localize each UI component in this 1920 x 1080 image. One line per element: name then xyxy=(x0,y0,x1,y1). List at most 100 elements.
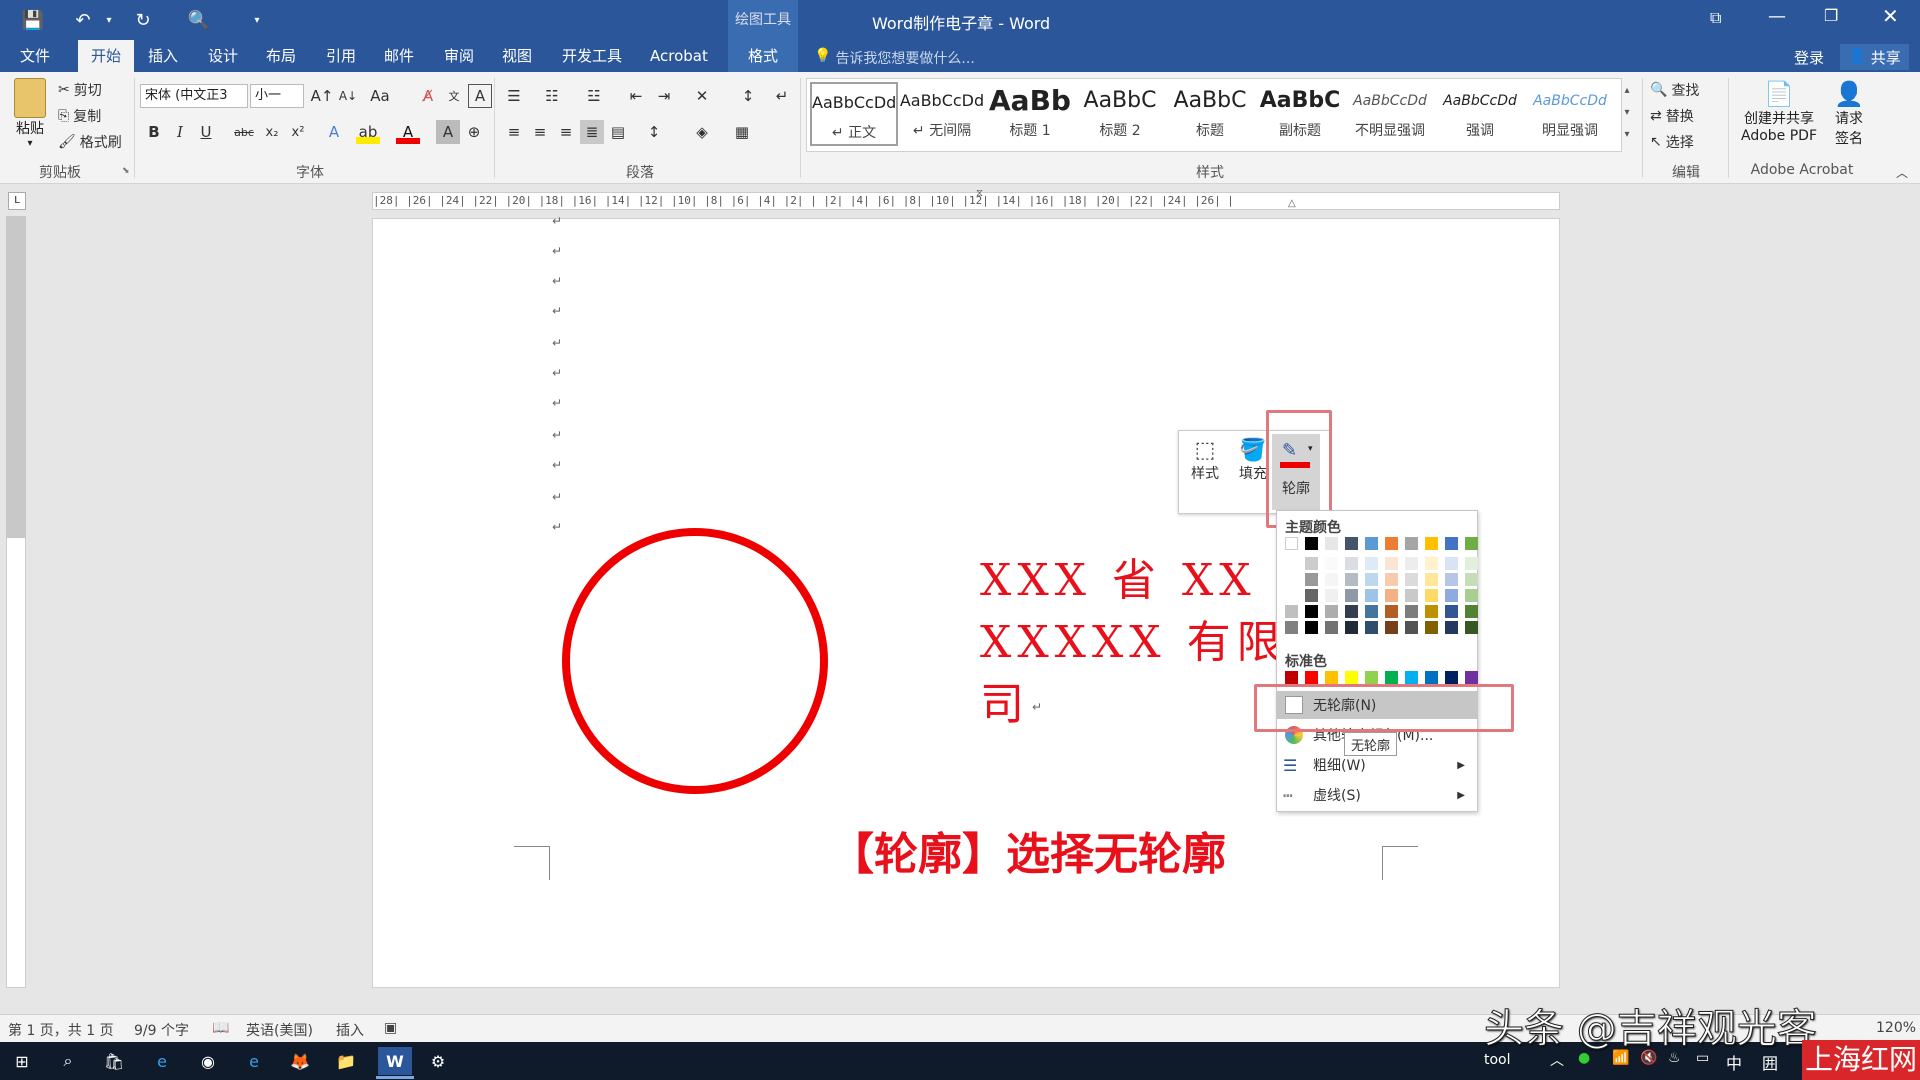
theme-color-swatch[interactable] xyxy=(1305,557,1318,570)
theme-color-swatch[interactable] xyxy=(1345,621,1358,634)
style-heading-1[interactable]: AaBb 标题 1 xyxy=(986,82,1074,146)
theme-color-swatch[interactable] xyxy=(1285,573,1298,586)
tell-me-search[interactable]: 💡 告诉我您想要做什么... xyxy=(814,48,975,68)
theme-color-swatch[interactable] xyxy=(1465,537,1478,550)
decrease-indent-icon[interactable]: ⇤ xyxy=(624,84,648,108)
standard-color-swatch[interactable] xyxy=(1445,671,1458,684)
request-signature-button[interactable]: 👤 请求 签名 xyxy=(1826,80,1872,148)
dialog-launcher-icon[interactable]: ⬊ xyxy=(122,166,130,176)
file-explorer-icon[interactable]: 📁 xyxy=(332,1047,360,1075)
redo-icon[interactable]: ↻ xyxy=(130,6,156,34)
shape-style-button[interactable]: ⬚ 样式 xyxy=(1184,438,1226,483)
tab-layout[interactable]: 布局 xyxy=(258,40,304,72)
italic-button[interactable]: I xyxy=(168,120,192,144)
text-effects-icon[interactable]: A xyxy=(322,120,346,144)
chrome-icon[interactable]: ◉ xyxy=(194,1047,222,1075)
theme-color-swatch[interactable] xyxy=(1445,589,1458,602)
theme-color-swatch[interactable] xyxy=(1305,605,1318,618)
align-left-icon[interactable]: ≡ xyxy=(502,120,526,144)
theme-color-swatch[interactable] xyxy=(1325,537,1338,550)
undo-icon[interactable]: ↶ xyxy=(70,6,96,34)
borders-icon[interactable]: ▦ xyxy=(730,120,754,144)
ie-icon[interactable]: e xyxy=(240,1047,268,1075)
tab-file[interactable]: 文件 xyxy=(12,40,58,72)
find-button[interactable]: 🔍 查找 xyxy=(1650,80,1699,100)
restore-icon[interactable]: ❐ xyxy=(1824,6,1838,25)
theme-color-swatch[interactable] xyxy=(1445,621,1458,634)
theme-color-swatch[interactable] xyxy=(1365,589,1378,602)
highlight-icon[interactable]: ab xyxy=(356,120,380,144)
shading-icon[interactable]: ◈ xyxy=(690,120,714,144)
zoom-level[interactable]: 120% xyxy=(1876,1020,1916,1036)
tab-references[interactable]: 引用 xyxy=(318,40,364,72)
ribbon-display-icon[interactable]: ⧉ xyxy=(1710,8,1721,28)
character-shading-icon[interactable]: A xyxy=(436,120,460,144)
outline-dashes-item[interactable]: ┅ 虚线(S) ▶ xyxy=(1277,781,1477,809)
font-color-icon[interactable]: A xyxy=(396,120,420,144)
standard-color-swatch[interactable] xyxy=(1465,671,1478,684)
style-normal[interactable]: AaBbCcDd ↵ 正文 xyxy=(810,82,898,146)
theme-color-swatch[interactable] xyxy=(1325,557,1338,570)
strikethrough-button[interactable]: abc xyxy=(232,120,256,144)
theme-color-swatch[interactable] xyxy=(1405,537,1418,550)
theme-color-swatch[interactable] xyxy=(1365,605,1378,618)
style-heading-2[interactable]: AaBbC 标题 2 xyxy=(1076,82,1164,146)
grow-font-icon[interactable]: A↑ xyxy=(310,84,334,108)
format-painter-button[interactable]: 🖌 格式刷 xyxy=(58,132,122,152)
theme-color-swatch[interactable] xyxy=(1405,621,1418,634)
standard-color-swatch[interactable] xyxy=(1385,671,1398,684)
edge-icon[interactable]: e xyxy=(148,1047,176,1075)
shrink-font-icon[interactable]: A↓ xyxy=(336,84,360,108)
standard-color-swatch[interactable] xyxy=(1345,671,1358,684)
chinese-layout-icon[interactable]: ✕ xyxy=(690,84,714,108)
theme-color-swatch[interactable] xyxy=(1445,537,1458,550)
bullets-icon[interactable]: ☰ xyxy=(502,84,526,108)
replace-button[interactable]: ⇄ 替换 xyxy=(1650,106,1694,126)
theme-color-swatch[interactable] xyxy=(1385,573,1398,586)
theme-color-swatch[interactable] xyxy=(1405,605,1418,618)
theme-color-swatch[interactable] xyxy=(1465,621,1478,634)
theme-color-swatch[interactable] xyxy=(1405,557,1418,570)
theme-color-swatch[interactable] xyxy=(1445,557,1458,570)
theme-color-swatch[interactable] xyxy=(1365,573,1378,586)
create-share-pdf-button[interactable]: 📄 创建并共享 Adobe PDF xyxy=(1736,80,1822,144)
language-status[interactable]: 英语(美国) xyxy=(246,1020,313,1040)
page-count[interactable]: 第 1 页，共 1 页 xyxy=(8,1020,114,1040)
theme-color-swatch[interactable] xyxy=(1385,605,1398,618)
theme-color-swatch[interactable] xyxy=(1385,589,1398,602)
firefox-icon[interactable]: 🦊 xyxy=(286,1047,314,1075)
theme-color-swatch[interactable] xyxy=(1365,537,1378,550)
tab-view[interactable]: 视图 xyxy=(494,40,540,72)
company-text-line[interactable]: 司 xyxy=(980,668,1030,732)
close-icon[interactable]: ✕ xyxy=(1882,4,1899,28)
word-taskbar-icon[interactable]: W xyxy=(378,1047,412,1075)
superscript-button[interactable]: x² xyxy=(286,120,310,144)
clear-formatting-icon[interactable]: A̸ xyxy=(416,84,440,108)
styles-scroll-icon[interactable]: ▴ ▾ ▾ xyxy=(1620,80,1634,146)
theme-color-swatch[interactable] xyxy=(1285,589,1298,602)
tab-insert[interactable]: 插入 xyxy=(140,40,186,72)
style-subtitle[interactable]: AaBbC 副标题 xyxy=(1256,82,1344,146)
tab-format[interactable]: 格式 xyxy=(728,40,798,72)
store-icon[interactable]: 🛍 xyxy=(100,1047,128,1075)
underline-button[interactable]: U xyxy=(194,120,218,144)
theme-color-swatch[interactable] xyxy=(1425,573,1438,586)
cut-button[interactable]: ✂ 剪切 xyxy=(58,80,102,100)
macro-icon[interactable]: ▣ xyxy=(384,1020,397,1036)
tab-home[interactable]: 开始 xyxy=(78,40,134,72)
standard-color-swatch[interactable] xyxy=(1405,671,1418,684)
phonetic-guide-icon[interactable]: 文 xyxy=(442,84,466,108)
line-spacing-icon[interactable]: ↕ xyxy=(642,120,666,144)
insert-mode[interactable]: 插入 xyxy=(336,1020,364,1040)
align-right-icon[interactable]: ≡ xyxy=(554,120,578,144)
right-indent-marker-icon[interactable]: △ xyxy=(1288,198,1296,209)
theme-color-swatch[interactable] xyxy=(1305,573,1318,586)
theme-color-swatch[interactable] xyxy=(1285,537,1298,550)
standard-color-swatch[interactable] xyxy=(1305,671,1318,684)
theme-color-swatch[interactable] xyxy=(1425,589,1438,602)
font-size-combo[interactable]: 小一 xyxy=(250,84,304,108)
style-title[interactable]: AaBbC 标题 xyxy=(1166,82,1254,146)
tab-selector-icon[interactable]: L xyxy=(8,192,26,210)
collapse-ribbon-icon[interactable]: ︿ xyxy=(1896,164,1908,181)
minimize-icon[interactable]: — xyxy=(1768,6,1786,27)
